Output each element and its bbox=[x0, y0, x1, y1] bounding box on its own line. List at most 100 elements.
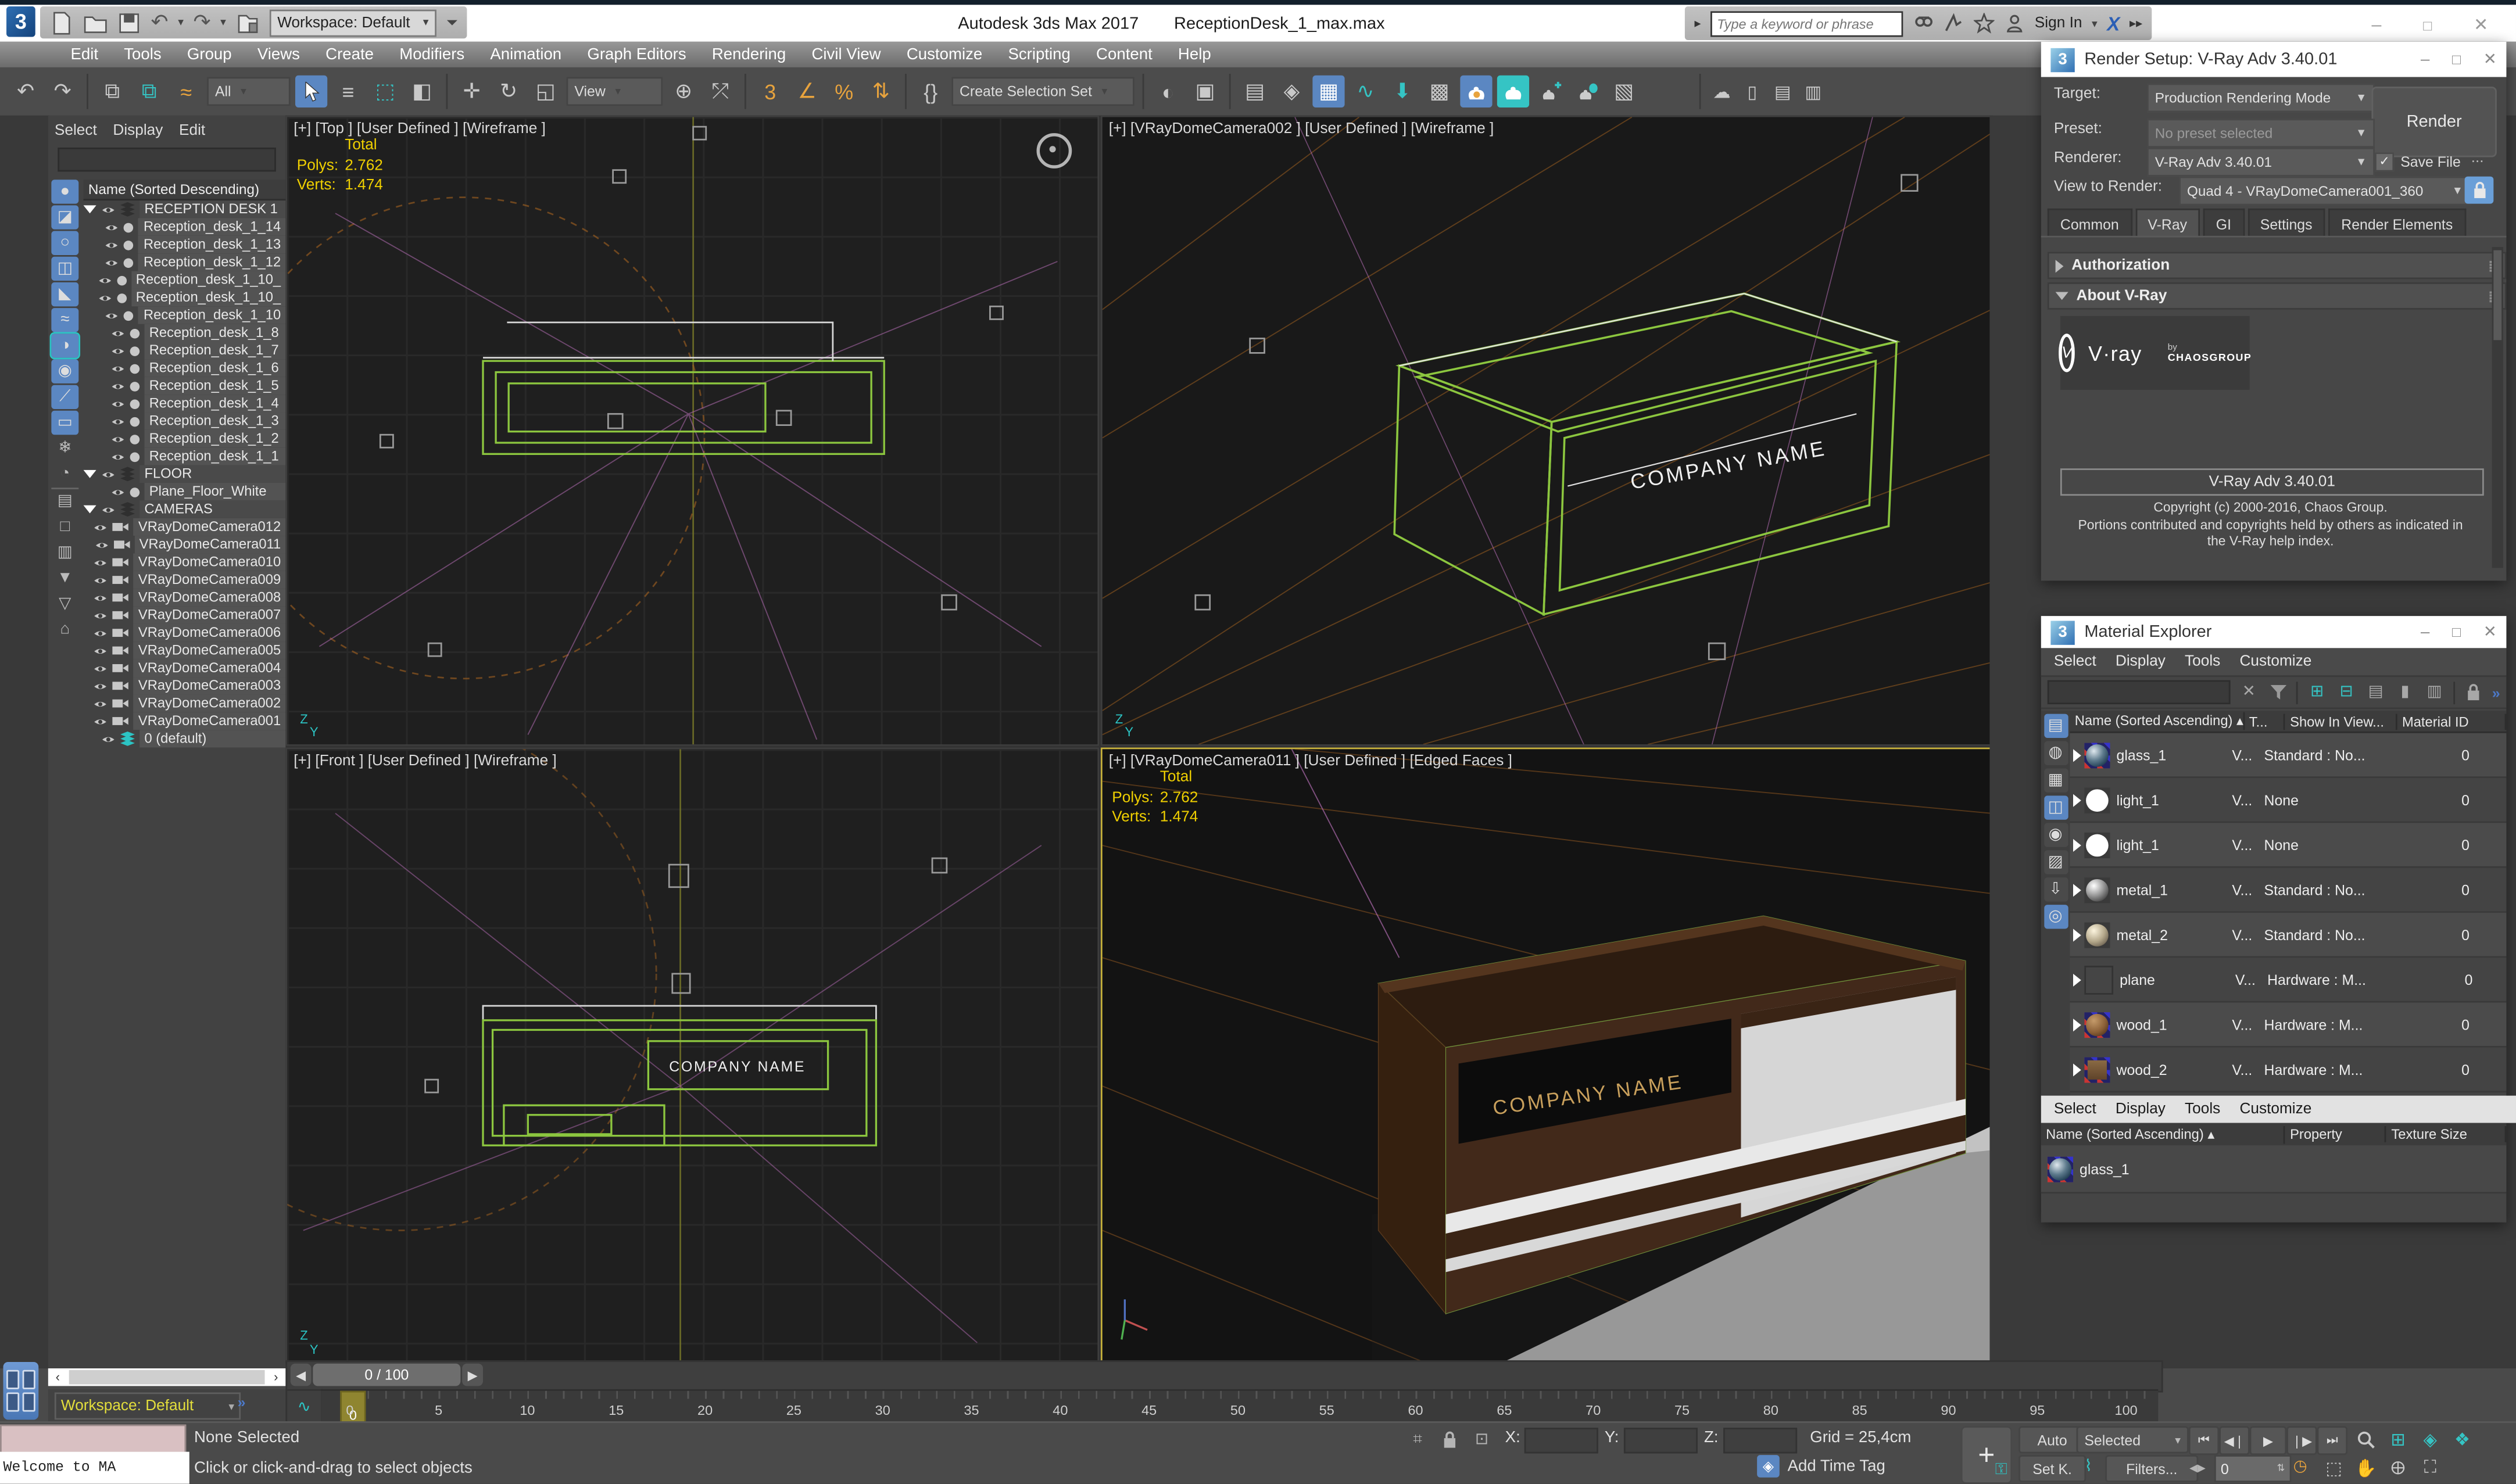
menu-help[interactable]: Help bbox=[1165, 46, 1224, 63]
zoom-region-icon[interactable]: ⬚ bbox=[2320, 1455, 2347, 1481]
filter-combinations-icon[interactable]: ▼ bbox=[51, 567, 78, 590]
me-bottom-menu-customize[interactable]: Customize bbox=[2239, 1101, 2311, 1118]
display-groups-icon[interactable]: ◑ bbox=[49, 332, 81, 360]
scene-item-vraydomecamera006[interactable]: VRayDomeCamera006 bbox=[84, 623, 286, 642]
render-gallery-icon[interactable]: ▤ bbox=[1770, 76, 1795, 107]
rs-minimize-icon[interactable]: – bbox=[2421, 51, 2429, 68]
use-pivot-center-icon[interactable]: ⊕ bbox=[668, 76, 700, 107]
menu-edit[interactable]: Edit bbox=[58, 46, 111, 63]
viewport-top-label[interactable]: [+] [Top ] [User Defined ] [Wireframe ] bbox=[294, 120, 546, 138]
material-row-wood_2[interactable]: wood_2 V... Hardware : M... 0 bbox=[2070, 1047, 2507, 1093]
bind-spacewarp-icon[interactable]: ≈ bbox=[170, 76, 202, 107]
scrollbar-thumb[interactable] bbox=[69, 1370, 265, 1385]
go-to-end-icon[interactable]: ⏭ bbox=[2317, 1426, 2348, 1456]
scene-item-vraydomecamera002[interactable]: VRayDomeCamera002 bbox=[84, 694, 286, 712]
container-tools-icon[interactable]: ⌂ bbox=[51, 618, 78, 641]
me-bottom-column-0[interactable]: Name (Sorted Ascending) ▴ bbox=[2041, 1125, 2285, 1144]
expand-triangle-icon[interactable] bbox=[83, 469, 96, 478]
rs-tab-gi[interactable]: GI bbox=[2203, 208, 2245, 238]
time-slider-track[interactable]: ◀ 0 / 100 ▶ bbox=[285, 1360, 2163, 1393]
current-frame-field[interactable]: 0 ⇅ bbox=[2214, 1455, 2292, 1483]
view-checker-icon[interactable]: ▦ bbox=[2043, 768, 2068, 793]
menu-tools[interactable]: Tools bbox=[111, 46, 174, 63]
menu-civil-view[interactable]: Civil View bbox=[799, 46, 893, 63]
render-iterative-icon[interactable]: ▧ bbox=[1608, 76, 1640, 107]
scene-item-plane-floor-white[interactable]: Plane_Floor_White bbox=[84, 483, 286, 501]
scene-item-reception-desk-1-2[interactable]: Reception_desk_1_2 bbox=[84, 429, 286, 448]
macro-recorder-box[interactable] bbox=[0, 1424, 187, 1454]
display-geometry-icon[interactable]: ● bbox=[51, 180, 79, 204]
pan-hand-icon[interactable]: ✋ bbox=[2352, 1455, 2379, 1481]
scene-item-reception-desk-1-12[interactable]: Reception_desk_1_12 bbox=[84, 253, 286, 271]
workspace-overflow-icon[interactable]: » bbox=[238, 1394, 246, 1410]
save-file-checkbox[interactable]: ✓ Save File bbox=[2375, 152, 2461, 172]
scene-item-0-default-[interactable]: 0 (default) bbox=[84, 730, 286, 748]
open-autodesk-app-icon[interactable]: ▯ bbox=[1740, 76, 1765, 107]
display-containers-icon[interactable]: ▭ bbox=[51, 410, 79, 435]
add-time-tag[interactable]: ◈ Add Time Tag bbox=[1757, 1455, 1885, 1478]
scene-item-vraydomecamera003[interactable]: VRayDomeCamera003 bbox=[84, 677, 286, 695]
undo-scene-icon[interactable]: ↶ bbox=[10, 76, 42, 107]
scene-item-reception-desk-1-7[interactable]: Reception_desk_1_7 bbox=[84, 342, 286, 360]
view-list-icon[interactable]: ▤ bbox=[2043, 714, 2068, 738]
scene-item-vraydomecamera011[interactable]: VRayDomeCamera011 bbox=[84, 536, 286, 554]
me-column-2[interactable]: Show In View... bbox=[2285, 713, 2397, 729]
rs-maximize-icon[interactable]: □ bbox=[2452, 51, 2461, 68]
frame-step-icon[interactable]: ◂▸ bbox=[2185, 1457, 2209, 1481]
display-shapes-icon[interactable]: ◪ bbox=[51, 205, 79, 230]
select-scale-icon[interactable]: ◱ bbox=[529, 76, 561, 107]
render-setup-titlebar[interactable]: 3 Render Setup: V-Ray Adv 3.40.01 – □ ✕ bbox=[2041, 41, 2507, 77]
render-production-icon[interactable] bbox=[1571, 76, 1603, 107]
prev-frame-slider-icon[interactable]: ◀ bbox=[290, 1363, 312, 1386]
scene-explorer-toggle-icon[interactable]: ◈ bbox=[1276, 76, 1308, 107]
zoom-icon[interactable] bbox=[2352, 1426, 2379, 1451]
mirror-icon[interactable]: ◐ bbox=[1152, 76, 1184, 107]
scene-item-reception-desk-1-6[interactable]: Reception_desk_1_6 bbox=[84, 359, 286, 377]
scene-item-vraydomecamera009[interactable]: VRayDomeCamera009 bbox=[84, 571, 286, 589]
minimize-button[interactable]: – bbox=[2372, 15, 2382, 34]
me-menu-customize[interactable]: Customize bbox=[2239, 653, 2311, 671]
select-object-icon[interactable] bbox=[295, 75, 328, 107]
material-row-light_1[interactable]: light_1 V... None 0 bbox=[2070, 778, 2507, 823]
expand-triangle-icon[interactable] bbox=[83, 205, 96, 214]
scene-item-reception-desk-1-14[interactable]: Reception_desk_1_14 bbox=[84, 218, 286, 236]
me-maximize-icon[interactable]: □ bbox=[2452, 623, 2461, 641]
expand-material-icon[interactable] bbox=[2073, 928, 2081, 941]
rs-tab-render-elements[interactable]: Render Elements bbox=[2328, 208, 2466, 238]
timeline-ruler[interactable]: 0 0 5 10 15 20 25 30 35 40 45 50 55 60 65 70 75 80 85 90 95… bbox=[321, 1389, 2159, 1425]
expand-triangle-icon[interactable] bbox=[83, 505, 96, 514]
scene-item-vraydomecamera010[interactable]: VRayDomeCamera010 bbox=[84, 553, 286, 571]
percent-snap-icon[interactable]: % bbox=[828, 76, 860, 107]
material-editor-icon[interactable] bbox=[1460, 75, 1493, 107]
undo-icon[interactable]: ↶ bbox=[151, 10, 169, 35]
scene-item-vraydomecamera007[interactable]: VRayDomeCamera007 bbox=[84, 606, 286, 624]
display-hidden-icon[interactable]: ◔ bbox=[51, 462, 78, 486]
select-by-name-icon[interactable]: ≡ bbox=[332, 76, 364, 107]
viewport-camera011-label[interactable]: [+] [VRayDomeCamera011 ] [User Defined ]… bbox=[1109, 752, 1512, 770]
render-in-cloud-icon[interactable]: ☁ bbox=[1709, 76, 1734, 107]
me-bottom-menu-display[interactable]: Display bbox=[2116, 1101, 2166, 1118]
scene-tree-header[interactable]: Name (Sorted Descending) bbox=[83, 180, 286, 201]
sync-materials-icon[interactable]: ◎ bbox=[2043, 905, 2068, 929]
material-row-wood_1[interactable]: wood_1 V... Hardware : M... 0 bbox=[2070, 1002, 2507, 1048]
se-menu-edit[interactable]: Edit bbox=[179, 122, 205, 139]
expand-material-icon[interactable] bbox=[2073, 838, 2081, 851]
menu-modifiers[interactable]: Modifiers bbox=[386, 46, 477, 63]
communication-center-icon[interactable] bbox=[1943, 13, 1964, 34]
display-spacewarps-icon[interactable]: ≈ bbox=[51, 308, 79, 332]
favorites-star-icon[interactable] bbox=[1973, 13, 1995, 34]
se-menu-select[interactable]: Select bbox=[55, 122, 97, 139]
menu-graph-editors[interactable]: Graph Editors bbox=[574, 46, 699, 63]
me-column-3[interactable]: Material ID bbox=[2397, 713, 2507, 729]
signin-user-icon[interactable] bbox=[2004, 13, 2025, 34]
collapse-tree-icon[interactable]: ⊟ bbox=[2336, 681, 2357, 704]
me-bottom-menu-tools[interactable]: Tools bbox=[2185, 1101, 2220, 1118]
me-bottom-menu-select[interactable]: Select bbox=[2054, 1101, 2096, 1118]
menu-create[interactable]: Create bbox=[313, 46, 386, 63]
signin-dropdown-icon[interactable]: ▾ bbox=[2092, 17, 2098, 30]
play-animation-icon[interactable]: ▶ bbox=[2249, 1426, 2287, 1456]
render-settings-small-icon[interactable]: ▥ bbox=[1801, 76, 1826, 107]
scene-group-reception-desk-1[interactable]: RECEPTION DESK 1 bbox=[83, 200, 286, 218]
rs-tab-v-ray[interactable]: V-Ray bbox=[2135, 208, 2200, 238]
scroll-left-icon[interactable]: ‹ bbox=[48, 1370, 67, 1385]
